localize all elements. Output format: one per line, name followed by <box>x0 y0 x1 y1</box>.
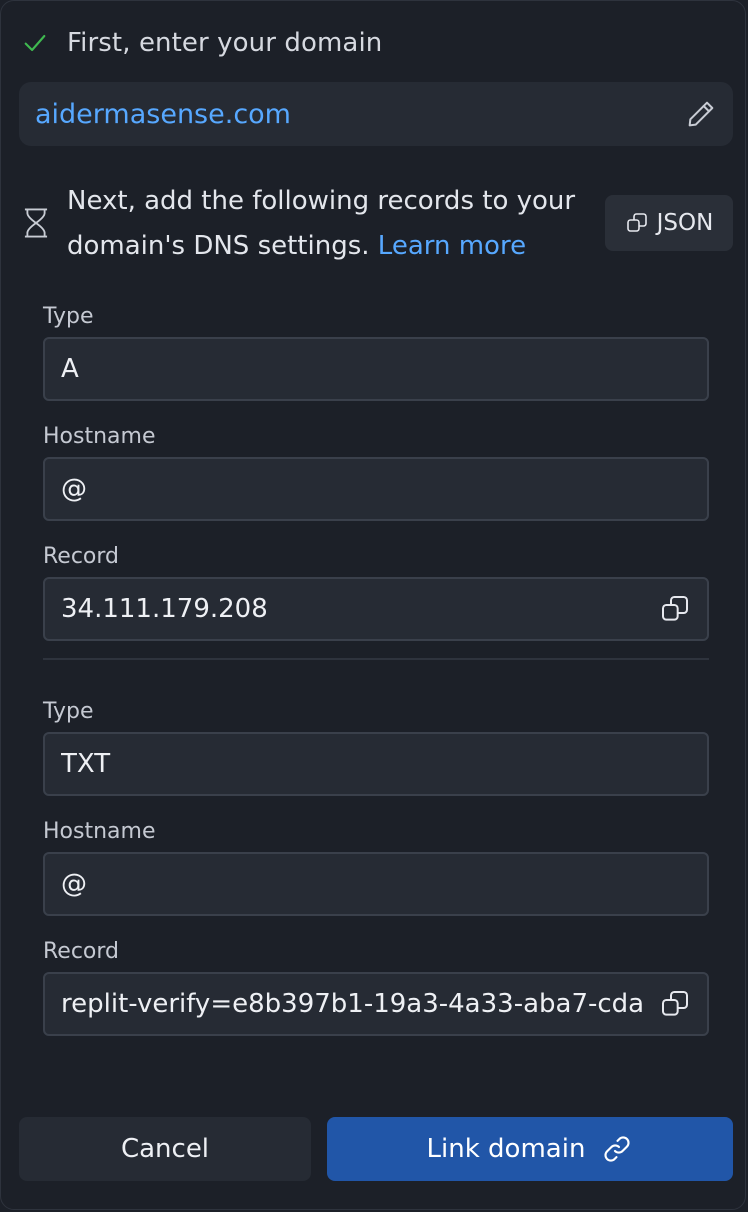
step-enter-domain: First, enter your domain <box>21 23 382 63</box>
type-label: Type <box>43 304 94 329</box>
step-enter-domain-title: First, enter your domain <box>67 28 383 58</box>
record-value: replit-verify=e8b397b1-19a3-4a33-aba7-cd… <box>61 989 645 1019</box>
type-field[interactable]: A <box>43 337 709 401</box>
copy-icon <box>626 213 647 232</box>
copy-icon[interactable] <box>659 988 691 1020</box>
domain-value: aidermasense.com <box>35 98 291 130</box>
type-label: Type <box>43 699 94 724</box>
json-copy-button[interactable]: JSON <box>605 195 733 251</box>
record-label: Record <box>43 544 120 569</box>
record-label: Record <box>43 939 120 964</box>
dns-record-txt: Type TXT Hostname @ Record replit-verify… <box>43 692 709 1036</box>
step-add-records-description: Next, add the following records to your … <box>67 179 577 269</box>
json-button-label: JSON <box>656 210 714 236</box>
type-field[interactable]: TXT <box>43 732 709 796</box>
record-divider <box>43 658 709 660</box>
cancel-button[interactable]: Cancel <box>19 1117 311 1181</box>
check-icon <box>24 34 46 52</box>
record-field[interactable]: replit-verify=e8b397b1-19a3-4a33-aba7-cd… <box>43 972 709 1036</box>
hostname-label: Hostname <box>43 424 156 449</box>
hostname-value: @ <box>61 869 87 899</box>
record-value: 34.111.179.208 <box>61 594 268 624</box>
link-domain-label: Link domain <box>426 1134 586 1164</box>
dialog-footer: Cancel Link domain <box>19 1117 733 1181</box>
copy-icon[interactable] <box>659 593 691 625</box>
pencil-icon[interactable] <box>685 98 717 130</box>
hostname-field[interactable]: @ <box>43 852 709 916</box>
dns-records: Type A Hostname @ Record 34.111.179.208 … <box>43 297 709 1052</box>
dns-record-a: Type A Hostname @ Record 34.111.179.208 <box>43 297 709 641</box>
link-icon <box>604 1136 630 1162</box>
link-domain-panel: First, enter your domain aidermasense.co… <box>0 0 746 1210</box>
record-field[interactable]: 34.111.179.208 <box>43 577 709 641</box>
hourglass-icon <box>24 208 48 238</box>
domain-display: aidermasense.com <box>19 82 733 146</box>
hostname-label: Hostname <box>43 819 156 844</box>
type-value: TXT <box>61 749 111 779</box>
learn-more-link[interactable]: Learn more <box>378 231 526 261</box>
hostname-value: @ <box>61 474 87 504</box>
hostname-field[interactable]: @ <box>43 457 709 521</box>
type-value: A <box>61 354 79 384</box>
link-domain-button[interactable]: Link domain <box>327 1117 733 1181</box>
